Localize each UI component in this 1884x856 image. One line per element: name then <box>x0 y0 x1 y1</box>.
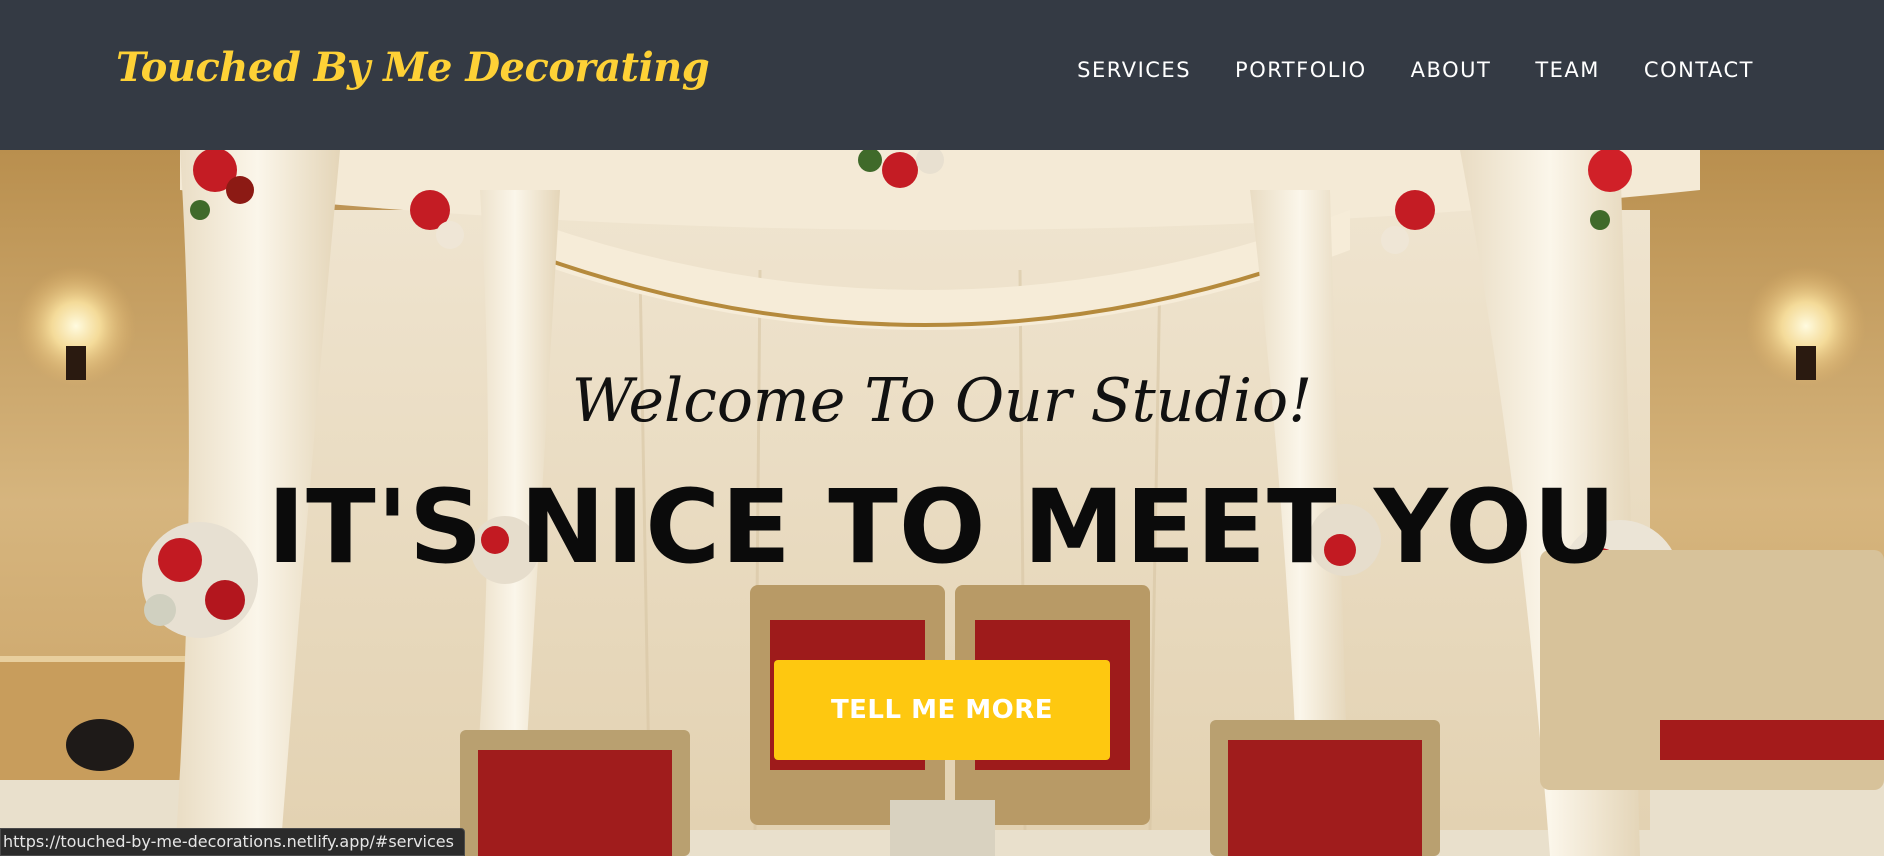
brand-logo-link[interactable]: Touched By Me Decorating <box>116 44 710 91</box>
hero-section: Welcome To Our Studio! IT'S NICE TO MEET… <box>0 150 1884 856</box>
nav-link-contact[interactable]: CONTACT <box>1622 58 1754 82</box>
nav-link-team[interactable]: TEAM <box>1513 58 1622 82</box>
nav-menu: SERVICES PORTFOLIO ABOUT TEAM CONTACT <box>1055 58 1754 82</box>
nav-link-about[interactable]: ABOUT <box>1389 58 1514 82</box>
hero-heading: IT'S NICE TO MEET YOU <box>267 468 1617 587</box>
hero-subheading: Welcome To Our Studio! <box>571 366 1313 436</box>
nav-link-portfolio[interactable]: PORTFOLIO <box>1213 58 1389 82</box>
navbar: Touched By Me Decorating SERVICES PORTFO… <box>0 0 1884 150</box>
nav-link-services[interactable]: SERVICES <box>1055 58 1213 82</box>
tell-me-more-button[interactable]: TELL ME MORE <box>774 660 1110 760</box>
page: Touched By Me Decorating SERVICES PORTFO… <box>0 0 1884 856</box>
browser-status-url: https://touched-by-me-decorations.netlif… <box>0 828 465 856</box>
